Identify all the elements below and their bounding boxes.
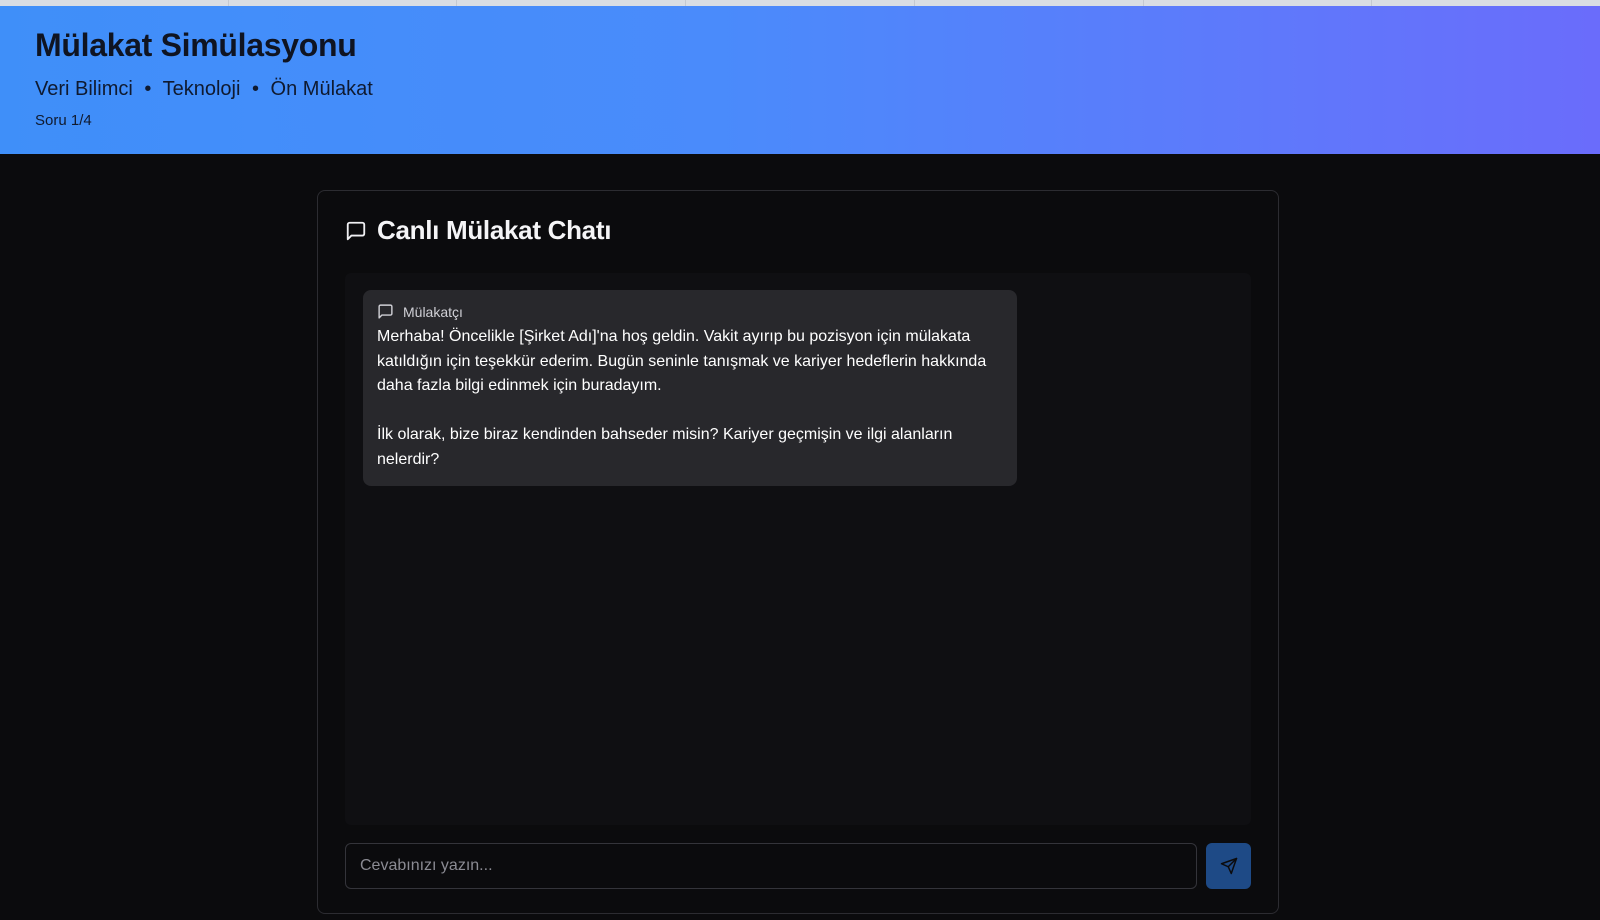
answer-input[interactable] bbox=[345, 843, 1197, 889]
chat-card: Canlı Mülakat Chatı Mülakatçı Merhaba! Ö… bbox=[317, 190, 1279, 914]
page-title: Mülakat Simülasyonu bbox=[35, 27, 357, 63]
send-button[interactable] bbox=[1206, 843, 1251, 889]
meta-separator: • bbox=[251, 78, 259, 100]
message-square-icon bbox=[377, 303, 394, 320]
interview-meta: Veri Bilimci • Teknoloji • Ön Mülakat bbox=[35, 76, 1565, 102]
stage-label: Ön Mülakat bbox=[270, 78, 373, 100]
message-paragraph: Merhaba! Öncelikle [Şirket Adı]'na hoş g… bbox=[377, 328, 987, 394]
message-author: Mülakatçı bbox=[377, 303, 1003, 320]
chat-title: Canlı Mülakat Chatı bbox=[377, 215, 612, 245]
message-author-name: Mülakatçı bbox=[403, 303, 463, 320]
message-square-icon bbox=[345, 220, 367, 242]
role-label: Veri Bilimci bbox=[35, 78, 133, 100]
message-paragraph: İlk olarak, bize biraz kendinden bahsede… bbox=[377, 426, 953, 468]
chat-messages[interactable]: Mülakatçı Merhaba! Öncelikle [Şirket Adı… bbox=[345, 273, 1251, 825]
send-icon bbox=[1220, 857, 1238, 875]
field-label: Teknoloji bbox=[162, 78, 241, 100]
chat-card-header: Canlı Mülakat Chatı bbox=[345, 215, 611, 246]
page-header: Mülakat Simülasyonu Veri Bilimci • Tekno… bbox=[0, 6, 1600, 154]
message-text: Merhaba! Öncelikle [Şirket Adı]'na hoş g… bbox=[377, 325, 1003, 472]
meta-separator: • bbox=[144, 78, 152, 100]
answer-composer bbox=[345, 843, 1251, 889]
interviewer-message: Mülakatçı Merhaba! Öncelikle [Şirket Adı… bbox=[363, 290, 1017, 486]
question-counter: Soru 1/4 bbox=[35, 112, 92, 129]
